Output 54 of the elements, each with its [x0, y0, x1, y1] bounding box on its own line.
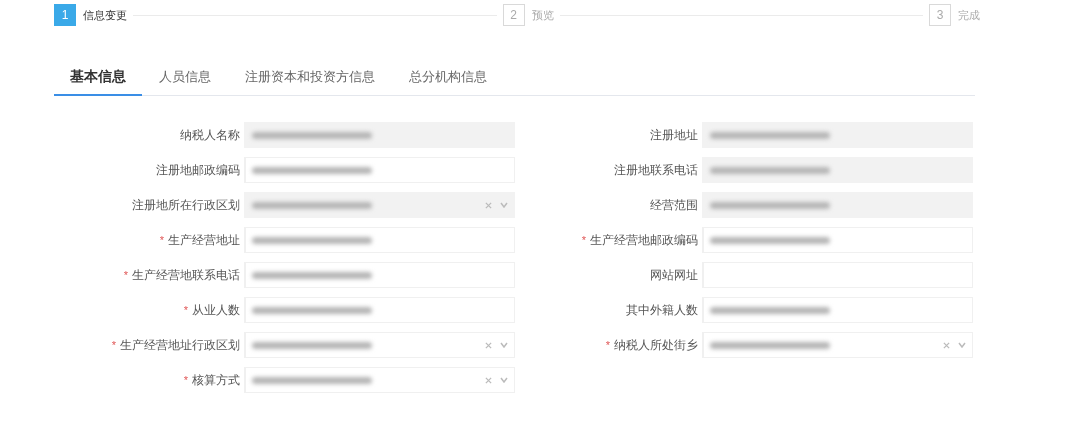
input-field[interactable]	[244, 227, 515, 253]
field-label: 从业人数	[192, 302, 240, 319]
clear-icon[interactable]	[943, 341, 950, 349]
caret-icon[interactable]	[500, 342, 508, 348]
caret-icon[interactable]	[500, 377, 508, 383]
required-mark: *	[581, 232, 586, 248]
clear-icon[interactable]	[485, 376, 492, 384]
select-field[interactable]	[702, 332, 973, 358]
input-field[interactable]	[702, 157, 973, 183]
field-label: 网站网址	[650, 267, 698, 284]
caret-icon[interactable]	[958, 342, 966, 348]
caret-icon[interactable]	[500, 202, 508, 208]
step-number: 2	[502, 4, 525, 26]
field-label: 生产经营地址行政区划	[120, 337, 240, 354]
field-label: 注册地址	[650, 127, 698, 144]
input-field[interactable]	[244, 262, 515, 288]
step-number: 1	[54, 4, 76, 26]
clear-icon[interactable]	[485, 341, 492, 349]
tab[interactable]: 人员信息	[142, 66, 228, 96]
input-field[interactable]	[702, 192, 973, 218]
field-label: 核算方式	[192, 372, 240, 389]
field-label: 纳税人所处街乡	[614, 337, 698, 354]
input-field[interactable]	[702, 297, 973, 323]
required-mark: *	[183, 302, 188, 318]
field-label: 生产经营地邮政编码	[590, 232, 698, 249]
field-label: 其中外籍人数	[626, 302, 698, 319]
field-label: 纳税人名称	[180, 127, 240, 144]
tab[interactable]: 注册资本和投资方信息	[228, 66, 392, 96]
field-label: 注册地邮政编码	[156, 162, 240, 179]
required-mark: *	[111, 337, 116, 353]
clear-icon[interactable]	[485, 201, 492, 209]
input-field[interactable]	[702, 227, 973, 253]
step-label: 完成	[958, 7, 980, 23]
input-field[interactable]	[702, 122, 973, 148]
step-label: 信息变更	[83, 7, 127, 23]
select-field[interactable]	[244, 332, 515, 358]
input-field[interactable]	[244, 297, 515, 323]
select-field[interactable]	[244, 192, 515, 218]
step-number: 3	[929, 4, 951, 26]
tab[interactable]: 总分机构信息	[392, 66, 504, 96]
tab[interactable]: 基本信息	[54, 66, 142, 96]
required-mark: *	[183, 372, 188, 388]
field-label: 注册地联系电话	[614, 162, 698, 179]
field-label: 生产经营地联系电话	[132, 267, 240, 284]
required-mark: *	[159, 232, 164, 248]
select-field[interactable]	[244, 367, 515, 393]
step-label: 预览	[531, 7, 554, 23]
input-field[interactable]	[244, 157, 515, 183]
input-field[interactable]	[244, 122, 515, 148]
required-mark: *	[123, 267, 128, 283]
field-label: 生产经营地址	[168, 232, 240, 249]
required-mark: *	[605, 337, 610, 353]
field-label: 注册地所在行政区划	[132, 197, 240, 214]
field-label: 经营范围	[650, 197, 698, 214]
